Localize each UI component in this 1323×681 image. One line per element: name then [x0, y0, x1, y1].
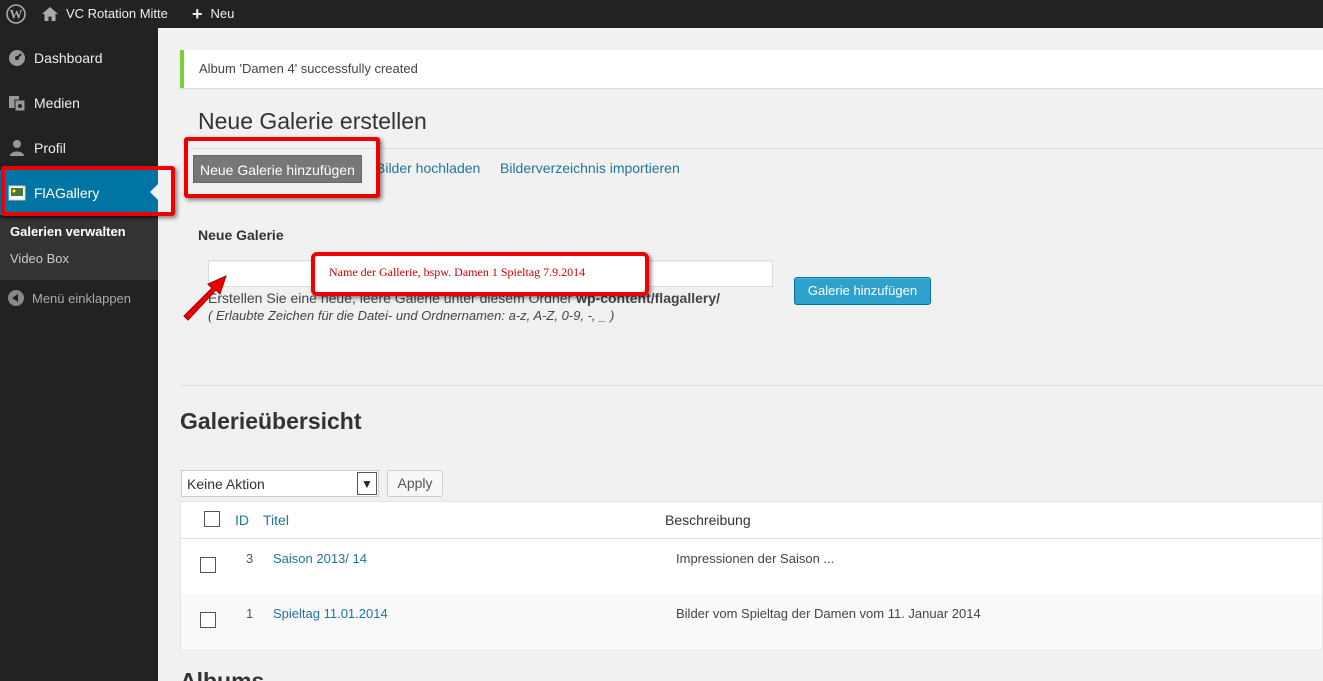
new-gallery-label: Neue Galerie [198, 227, 284, 243]
gallery-table: ID Titel Beschreibung 3 Saison 2013/ 14 … [180, 501, 1323, 649]
annotation-highlight-sidebar [1, 166, 175, 216]
apply-button[interactable]: Apply [387, 470, 443, 497]
tab-import-folder[interactable]: Bilderverzeichnis importieren [500, 160, 680, 176]
svg-text:W: W [10, 7, 23, 22]
add-gallery-button[interactable]: Galerie hinzufügen [794, 277, 931, 305]
column-header-id[interactable]: ID [235, 512, 249, 528]
column-header-title[interactable]: Titel [263, 512, 289, 528]
notice-text: Album 'Damen 4' successfully created [199, 61, 418, 76]
home-icon [42, 7, 58, 21]
collapse-menu-label: Menü einklappen [32, 290, 132, 306]
annotation-callout-text: Name der Gallerie, bspw. Damen 1 Spielta… [329, 265, 586, 279]
albums-title: Albums [180, 668, 265, 681]
allowed-chars-hint: ( Erlaubte Zeichen für die Datei- und Or… [208, 308, 615, 323]
chevron-down-icon: ▼ [357, 472, 377, 495]
success-notice: Album 'Damen 4' successfully created [180, 50, 1323, 88]
new-content-menu[interactable]: + Neu [192, 0, 234, 28]
bulk-action-select[interactable]: Keine Aktion ▼ [181, 470, 379, 497]
admin-sidebar: Dashboard Medien Profil FlAGallery Galer… [0, 28, 158, 681]
wordpress-logo-icon[interactable]: W [6, 0, 28, 28]
table-row: 1 Spieltag 11.01.2014 Bilder vom Spielta… [181, 594, 1322, 649]
collapse-menu-button[interactable]: Menü einklappen [8, 290, 131, 306]
flagallery-submenu: Galerien verwalten Video Box [0, 218, 158, 280]
site-name: VC Rotation Mitte [66, 6, 168, 21]
sidebar-item-profile[interactable]: Profil [0, 125, 158, 170]
row-description: Impressionen der Saison ... [676, 551, 835, 566]
sidebar-item-label: Dashboard [34, 49, 103, 66]
sidebar-item-label: Medien [34, 94, 80, 111]
sidebar-item-dashboard[interactable]: Dashboard [0, 35, 158, 80]
row-checkbox[interactable] [200, 612, 216, 628]
row-id: 3 [246, 551, 254, 566]
tab-upload-images[interactable]: Bilder hochladen [376, 160, 480, 176]
overview-title: Galerieübersicht [180, 408, 362, 434]
row-description: Bilder vom Spieltag der Damen vom 11. Ja… [676, 606, 981, 621]
row-id: 1 [246, 606, 254, 621]
sidebar-item-label: Profil [34, 139, 66, 156]
submenu-item-manage-galleries[interactable]: Galerien verwalten [10, 224, 126, 239]
row-title-link[interactable]: Spieltag 11.01.2014 [273, 606, 388, 621]
site-home-link[interactable]: VC Rotation Mitte [42, 0, 168, 28]
select-all-checkbox[interactable] [204, 511, 220, 527]
submenu-item-video-box[interactable]: Video Box [10, 251, 69, 266]
annotation-callout: Name der Gallerie, bspw. Damen 1 Spielta… [311, 252, 649, 296]
table-row: 3 Saison 2013/ 14 Impressionen der Saiso… [181, 539, 1322, 594]
sidebar-item-media[interactable]: Medien [0, 80, 158, 125]
bulk-action-value: Keine Aktion [187, 475, 265, 492]
admin-bar: W VC Rotation Mitte + Neu [0, 0, 1323, 28]
user-icon [7, 138, 27, 158]
collapse-arrow-icon [8, 290, 24, 306]
column-header-description: Beschreibung [665, 512, 751, 528]
annotation-arrow-icon [183, 275, 227, 321]
new-content-label: Neu [210, 6, 235, 21]
dashboard-icon [7, 48, 27, 68]
annotation-highlight-tab [184, 137, 380, 198]
plus-icon: + [192, 4, 203, 24]
row-checkbox[interactable] [200, 557, 216, 573]
media-icon [7, 93, 27, 113]
row-title-link[interactable]: Saison 2013/ 14 [273, 551, 367, 566]
page-title: Neue Galerie erstellen [198, 108, 427, 134]
